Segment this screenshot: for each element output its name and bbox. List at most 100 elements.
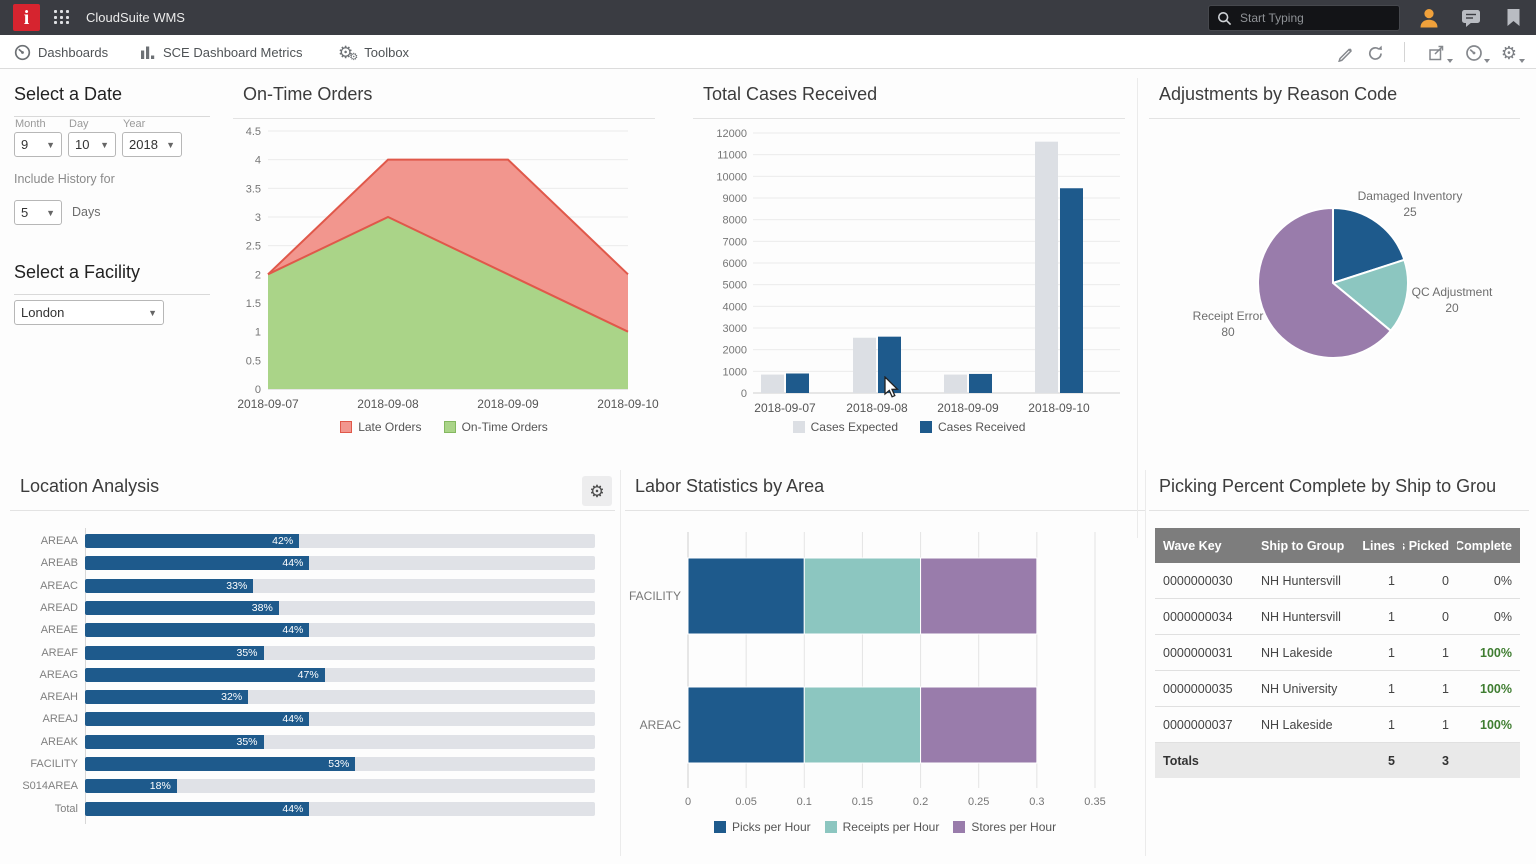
year-select[interactable]: 2018▼ xyxy=(122,132,182,157)
axis-label: 0.2 xyxy=(913,796,928,808)
location-label: AREAD xyxy=(10,601,78,616)
axis-label: 0.1 xyxy=(797,796,812,808)
axis-label: 2018-09-10 xyxy=(597,397,659,411)
location-percent-bar: 44% xyxy=(85,556,309,570)
nav-item-label: SCE Dashboard Metrics xyxy=(163,45,302,60)
table-cell: 0000000031 xyxy=(1155,635,1253,670)
month-value: 9 xyxy=(21,137,28,152)
app-menu-icon[interactable] xyxy=(54,10,70,25)
legend-swatch xyxy=(920,421,932,433)
legend-label: Picks per Hour xyxy=(732,820,811,834)
table-cell: NH University xyxy=(1253,671,1357,706)
axis-label: 10000 xyxy=(716,171,747,183)
table-cell: 1 xyxy=(1357,635,1403,670)
day-value: 10 xyxy=(75,137,89,152)
location-label: AREAF xyxy=(10,646,78,661)
legend-swatch xyxy=(953,821,965,833)
location-analysis-panel: Location Analysis ⚙ AREAA42%AREAB44%AREA… xyxy=(10,470,615,860)
on-time-orders-panel: On-Time Orders 00.511.522.533.544.52018-… xyxy=(233,78,655,450)
table-cell: Totals xyxy=(1155,743,1253,778)
location-bar-row: AREAH32% xyxy=(10,690,615,705)
location-percent-bar: 32% xyxy=(85,690,248,704)
table-row[interactable]: 0000000030NH Huntersvill100% xyxy=(1155,563,1520,599)
pie-slice-label: Receipt Error80 xyxy=(1158,308,1298,340)
settings-gear-icon[interactable]: ⚙ xyxy=(1498,42,1520,64)
axis-label: 4.5 xyxy=(246,126,261,138)
table-cell: 100% xyxy=(1457,707,1520,742)
nav-item-dashboards[interactable]: Dashboards xyxy=(14,35,108,69)
panel-settings-button[interactable]: ⚙ xyxy=(582,476,612,506)
scheduler-gauge-icon[interactable] xyxy=(1463,42,1485,64)
history-days-select[interactable]: 5▼ xyxy=(14,200,62,225)
bar-track: 33% xyxy=(85,579,595,593)
table-row[interactable]: 0000000035NH University11100% xyxy=(1155,671,1520,707)
location-bar-row: Total 44% xyxy=(10,802,615,817)
table-row[interactable]: 0000000031NH Lakeside11100% xyxy=(1155,635,1520,671)
bar-track: 32% xyxy=(85,690,595,704)
table-cell: 1 xyxy=(1403,707,1457,742)
share-icon[interactable] xyxy=(1426,42,1448,64)
refresh-icon[interactable] xyxy=(1364,42,1386,64)
panel-title: Location Analysis xyxy=(10,470,615,511)
nav-item-sce-dashboard-metrics[interactable]: SCE Dashboard Metrics xyxy=(140,35,302,69)
bookmark-icon[interactable] xyxy=(1506,8,1521,27)
chart-legend: Cases ExpectedCases Received xyxy=(693,420,1125,434)
panel-title: On-Time Orders xyxy=(233,78,655,119)
location-percent-bar: 33% xyxy=(85,579,253,593)
user-icon[interactable] xyxy=(1417,6,1441,30)
search-input[interactable]: Start Typing xyxy=(1208,5,1400,31)
panel-divider xyxy=(1145,470,1146,856)
month-select[interactable]: 9▼ xyxy=(14,132,62,157)
location-bars: AREAA42%AREAB44%AREAC33%AREAD38%AREAE44%… xyxy=(10,534,615,834)
table-cell: 0 xyxy=(1403,563,1457,598)
day-select[interactable]: 10▼ xyxy=(68,132,116,157)
legend-swatch xyxy=(444,421,456,433)
nav-item-toolbox[interactable]: ⚙⚙ Toolbox xyxy=(338,35,409,69)
app-title: CloudSuite WMS xyxy=(86,10,185,25)
location-bar-row: FACILITY 53% xyxy=(10,757,615,772)
facility-select[interactable]: London▼ xyxy=(14,300,164,325)
panel-title: Picking Percent Complete by Ship to Grou xyxy=(1149,470,1529,511)
axis-label: 0 xyxy=(685,796,691,808)
toolbar-divider xyxy=(1404,42,1405,62)
location-bar-row: S014AREA 18% xyxy=(10,779,615,794)
infor-logo[interactable]: i xyxy=(13,4,40,31)
bar-track: 53% xyxy=(85,757,595,771)
legend-item: Receipts per Hour xyxy=(825,820,940,834)
legend-item: Cases Expected xyxy=(793,420,898,434)
nav-item-label: Toolbox xyxy=(364,45,409,60)
day-label: Day xyxy=(69,118,89,130)
axis-label: 7000 xyxy=(723,236,747,248)
table-cell: 100% xyxy=(1457,671,1520,706)
table-cell: 0000000037 xyxy=(1155,707,1253,742)
axis-label: 0.15 xyxy=(852,796,873,808)
table-row[interactable]: 0000000037NH Lakeside11100% xyxy=(1155,707,1520,743)
axis-label: 3000 xyxy=(723,323,747,335)
location-label: FACILITY xyxy=(10,757,78,772)
location-bar-row: AREAK35% xyxy=(10,735,615,750)
edit-icon[interactable] xyxy=(1334,42,1356,64)
bar-track: 18% xyxy=(85,779,595,793)
location-percent-bar: 44% xyxy=(85,712,309,726)
location-label: Total xyxy=(10,802,78,817)
bar-track: 44% xyxy=(85,802,595,816)
table-cell: NH Huntersvill xyxy=(1253,599,1357,634)
table-cell: NH Lakeside xyxy=(1253,707,1357,742)
location-label: S014AREA xyxy=(10,779,78,794)
axis-label: 8000 xyxy=(723,215,747,227)
legend-label: Cases Expected xyxy=(811,420,898,434)
chat-icon[interactable] xyxy=(1460,8,1482,28)
bar-track: 42% xyxy=(85,534,595,548)
table-row[interactable]: 0000000034NH Huntersvill100% xyxy=(1155,599,1520,635)
axis-label: 2.5 xyxy=(246,241,261,253)
axis-label: 0.35 xyxy=(1084,796,1105,808)
axis-label: 2018-09-10 xyxy=(1028,401,1090,415)
table-cell: 1 xyxy=(1357,563,1403,598)
location-bar-row: AREAB44% xyxy=(10,556,615,571)
axis-label: 2 xyxy=(255,269,261,281)
top-bar: i CloudSuite WMS Start Typing xyxy=(0,0,1536,35)
chevron-down-icon: ▼ xyxy=(46,140,55,150)
legend-swatch xyxy=(793,421,805,433)
location-bar-row: AREAC33% xyxy=(10,579,615,594)
axis-label: 0 xyxy=(741,388,747,400)
